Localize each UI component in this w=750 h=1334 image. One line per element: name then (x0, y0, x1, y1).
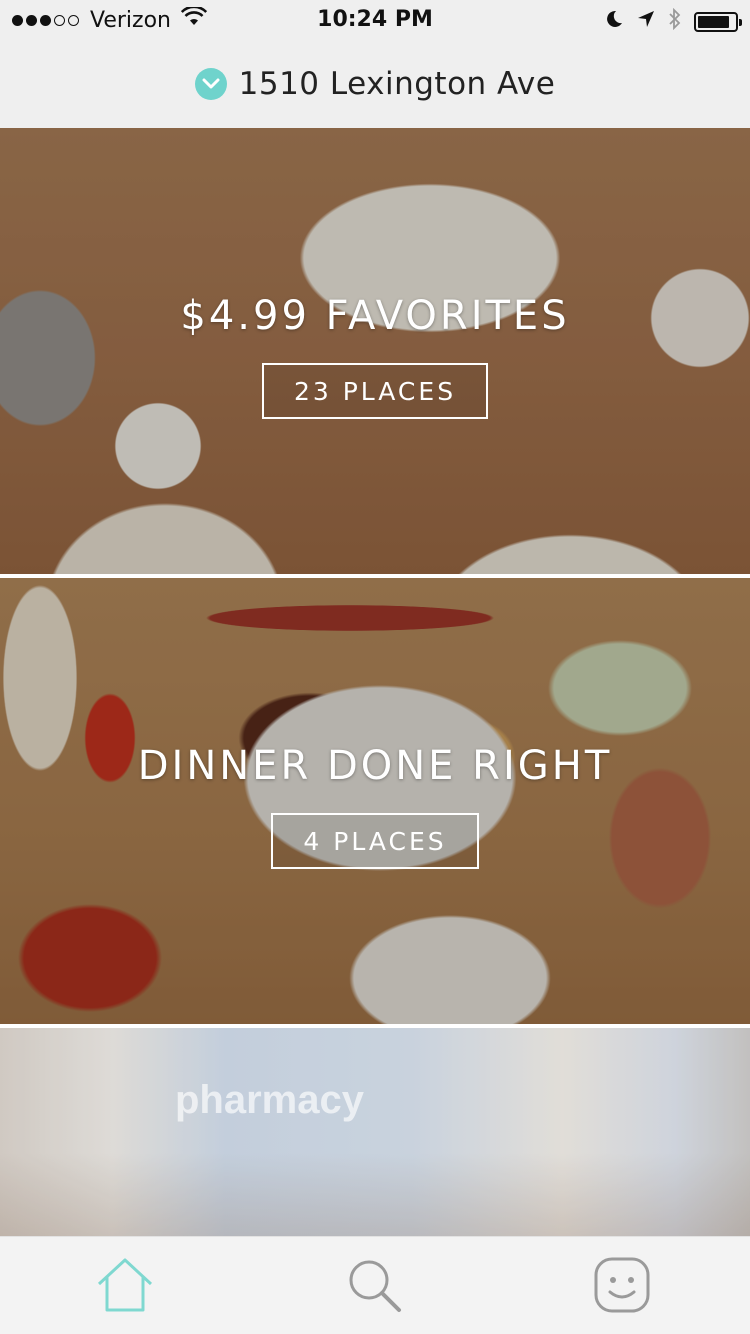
status-bar: Verizon 10:24 PM (0, 0, 750, 40)
moon-icon (604, 9, 624, 35)
bluetooth-icon (668, 7, 682, 36)
places-count-button[interactable]: 4 PLACES (271, 813, 479, 869)
chevron-down-icon[interactable] (194, 68, 227, 100)
collection-title: DINNER DONE RIGHT (137, 743, 613, 789)
tab-bar (0, 1236, 750, 1334)
battery-icon (694, 12, 742, 32)
battery-level (698, 16, 729, 28)
collection-card-dinner[interactable]: DINNER DONE RIGHT 4 PLACES (0, 578, 750, 1024)
collection-card-favorites[interactable]: $4.99 FAVORITES 23 PLACES (0, 128, 750, 574)
pharmacy-sign: pharmacy (175, 1078, 364, 1122)
location-header[interactable]: 1510 Lexington Ave (0, 40, 750, 128)
tab-search[interactable] (344, 1257, 404, 1317)
search-icon[interactable] (344, 1255, 404, 1319)
places-count-button[interactable]: 23 PLACES (262, 363, 488, 419)
location-arrow-icon (636, 9, 656, 35)
collection-card-pharmacy[interactable]: pharmacy (0, 1028, 750, 1236)
tab-home[interactable] (95, 1257, 155, 1317)
home-icon[interactable] (95, 1256, 155, 1318)
collection-title: $4.99 FAVORITES (180, 293, 570, 339)
status-right (604, 7, 742, 36)
tab-profile[interactable] (592, 1257, 652, 1317)
delivery-address[interactable]: 1510 Lexington Ave (239, 66, 556, 102)
smiley-icon[interactable] (593, 1256, 651, 1318)
